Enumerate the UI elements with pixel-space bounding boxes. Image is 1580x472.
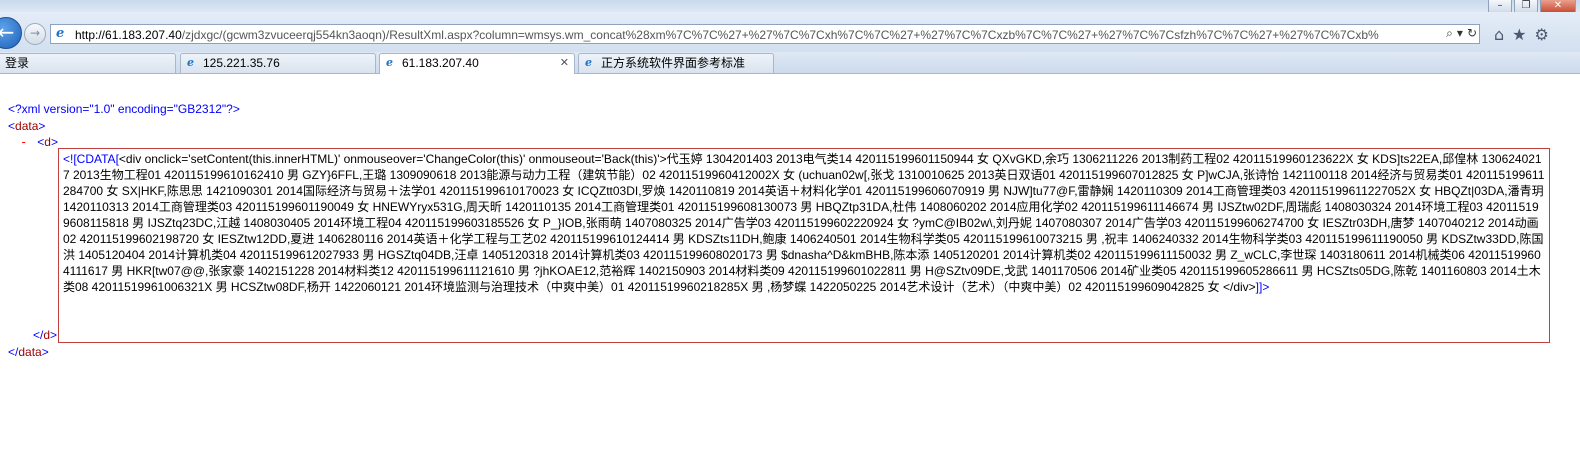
favorites-star-icon[interactable]: ★ — [1512, 25, 1526, 44]
cdata-content: <div onclick='setContent(this.innerHTML)… — [63, 152, 1545, 294]
xml-document-view: <?xml version="1.0" encoding="GB2312"?> … — [0, 74, 1580, 472]
cdata-text: <![CDATA[<div onclick='setContent(this.i… — [63, 151, 1545, 295]
xml-declaration: <?xml version="1.0" encoding="GB2312"?> — [8, 102, 240, 116]
dropdown-icon[interactable]: ▾ — [1457, 26, 1463, 41]
tab-label: 正方系统软件界面参考标准 — [601, 56, 746, 70]
ie-page-icon: e — [386, 56, 393, 69]
ie-page-icon: e — [585, 56, 592, 69]
address-bar-actions: ⌕ ▾ ↻ — [1446, 26, 1477, 41]
tab-label: 61.183.207.40 — [402, 56, 479, 70]
d-close-tag: </d> — [33, 328, 58, 342]
tab-61-183-207-40[interactable]: e 61.183.207.40 ✕ — [379, 53, 575, 74]
collapse-toggle[interactable]: - — [20, 135, 27, 149]
tab-zhengfang-reference[interactable]: e 正方系统软件界面参考标准 — [578, 53, 774, 73]
data-close-tag: </data> — [8, 345, 49, 359]
tools-gear-icon[interactable]: ⚙ — [1535, 25, 1549, 44]
home-icon[interactable]: ⌂ — [1494, 25, 1504, 44]
tab-login[interactable]: 登录 — [0, 53, 176, 73]
browser-tools: ⌂ ★ ⚙ — [1494, 25, 1549, 44]
tab-125-221-35-76[interactable]: e 125.221.35.76 — [180, 53, 376, 73]
back-icon[interactable]: ← — [0, 17, 22, 49]
tab-label: 登录 — [5, 56, 30, 70]
url-text[interactable]: http://61.183.207.40/zjdxgc/(gcwm3zvucee… — [75, 27, 1447, 43]
ie-page-icon: e — [187, 56, 194, 69]
search-icon[interactable]: ⌕ — [1446, 26, 1453, 41]
cdata-open-marker: <![CDATA[ — [63, 152, 119, 166]
forward-icon[interactable]: → — [24, 23, 46, 45]
tab-close-icon[interactable]: ✕ — [560, 54, 569, 73]
tab-bar: 登录 e 125.221.35.76 e 61.183.207.40 ✕ e 正… — [0, 52, 1580, 74]
ie-page-icon: e — [56, 26, 65, 41]
data-open-tag: <data> — [8, 119, 46, 133]
navigation-bar: ← → e http://61.183.207.40/zjdxgc/(gcwm3… — [0, 12, 1580, 52]
url-host: http://61.183.207.40 — [75, 28, 182, 42]
tab-label: 125.221.35.76 — [203, 56, 280, 70]
refresh-icon[interactable]: ↻ — [1467, 26, 1477, 41]
cdata-close-marker: ]]> — [1255, 280, 1270, 294]
address-bar[interactable]: e http://61.183.207.40/zjdxgc/(gcwm3zvuc… — [50, 24, 1480, 44]
d-open-tag: - <d> — [20, 135, 58, 149]
url-path: /zjdxgc/(gcwm3zvuceerqj554kn3aoqn)/Resul… — [181, 28, 1379, 42]
cdata-block: <![CDATA[<div onclick='setContent(this.i… — [58, 148, 1550, 343]
window-caption-strip: – ❐ ✕ — [0, 0, 1580, 14]
